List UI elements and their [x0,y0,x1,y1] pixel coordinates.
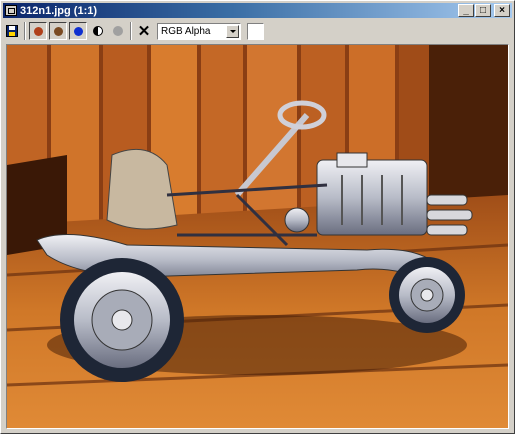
red-channel-icon [33,26,43,36]
blue-channel-icon [73,26,83,36]
chevron-down-icon[interactable] [226,24,239,38]
toolbar: ✕ RGB Alpha [3,20,512,42]
frame-buffer-window: 312n1.jpg (1:1) _ □ × ✕ RGB Alpha [0,0,515,434]
window-title: 312n1.jpg (1:1) [20,4,98,17]
minimize-button[interactable]: _ [458,4,474,17]
image-viewport[interactable] [6,44,509,429]
mono-display-button[interactable] [89,22,107,40]
mono-display-icon [93,26,103,36]
color-swatch[interactable] [247,22,264,40]
green-channel-icon [53,26,63,36]
close-button[interactable]: × [494,4,510,17]
red-channel-button[interactable] [29,22,47,40]
clear-icon: ✕ [137,22,151,40]
toolbar-separator [130,22,132,40]
alpha-channel-icon [113,26,123,36]
channel-select[interactable]: RGB Alpha [157,22,241,40]
clear-button[interactable]: ✕ [135,22,153,40]
save-button[interactable] [3,22,21,40]
blue-channel-button[interactable] [69,22,87,40]
title-bar[interactable]: 312n1.jpg (1:1) _ □ × [3,3,512,18]
alpha-channel-button[interactable] [109,22,127,40]
green-channel-button[interactable] [49,22,67,40]
toolbar-separator [24,22,26,40]
restore-button[interactable]: □ [475,4,491,17]
save-icon [6,25,18,37]
channel-select-value: RGB Alpha [161,25,211,37]
rendered-image [7,45,508,428]
window-icon[interactable] [5,5,17,16]
